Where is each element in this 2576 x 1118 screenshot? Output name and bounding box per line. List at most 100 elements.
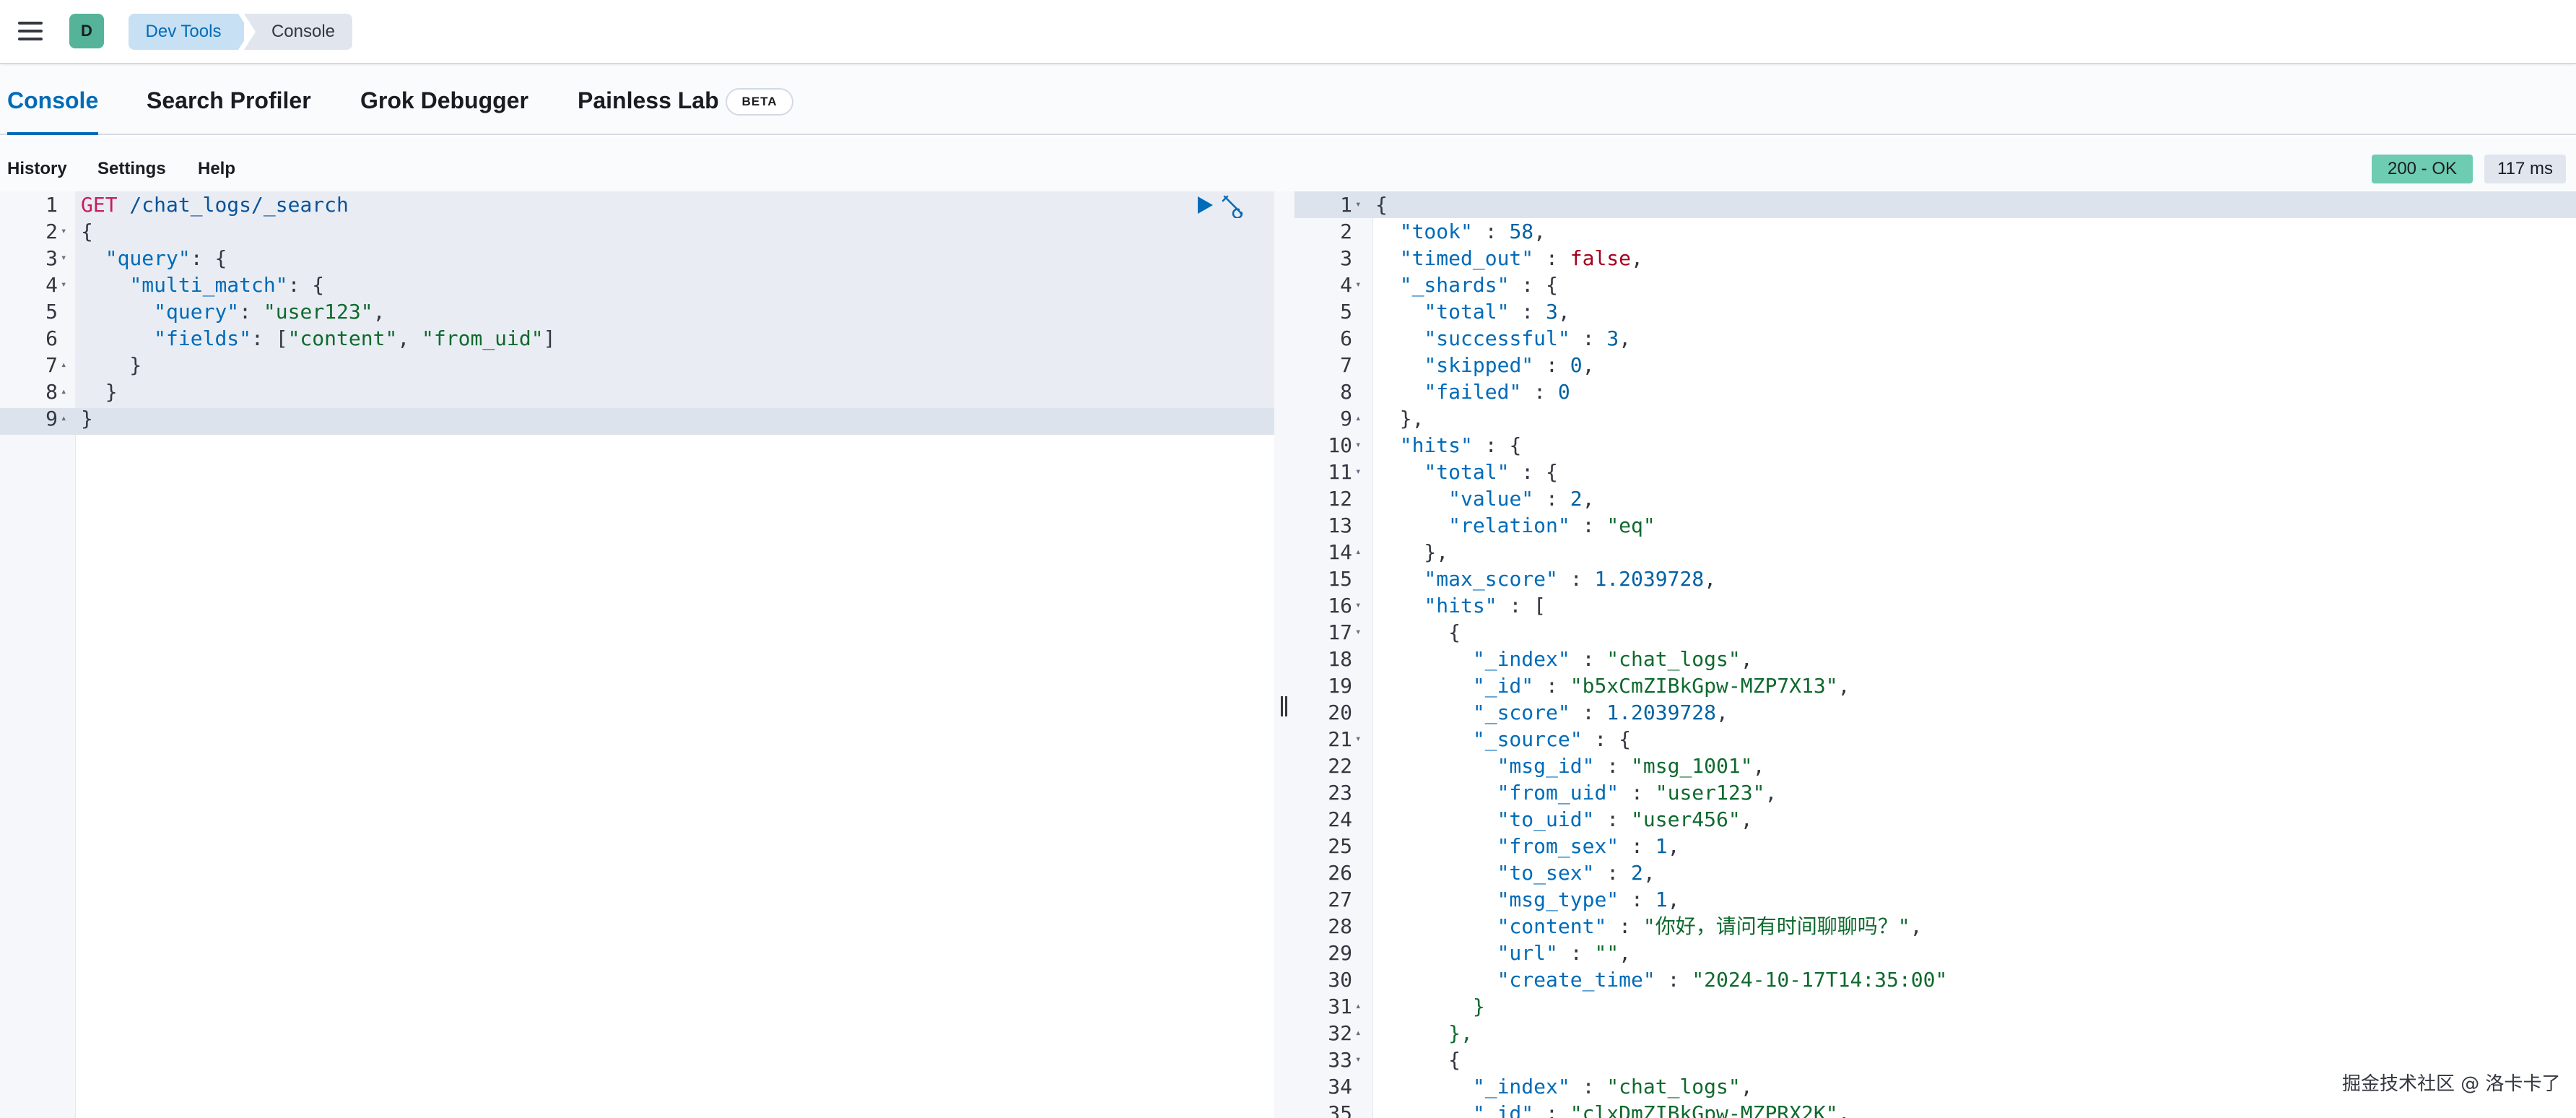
- history-link[interactable]: History: [7, 136, 67, 191]
- code-token: {: [1375, 620, 1461, 644]
- fold-open-icon[interactable]: ▾: [1355, 592, 1361, 619]
- code-token: "to_sex": [1497, 861, 1595, 885]
- code-token: false: [1570, 246, 1632, 270]
- code-token: :: [1557, 941, 1595, 965]
- fold-open-icon[interactable]: ▾: [1355, 1046, 1361, 1073]
- code-token: 0: [1557, 380, 1570, 404]
- tab-search-profiler[interactable]: Search Profiler: [147, 66, 311, 134]
- pane-splitter[interactable]: [1274, 191, 1294, 1118]
- fold-close-icon[interactable]: ▴: [61, 352, 66, 378]
- tab-grok-debugger[interactable]: Grok Debugger: [360, 66, 528, 134]
- response-code: "failed" : 0: [1375, 378, 1570, 405]
- response-line: 19 "_id" : "b5xCmZIBkGpw-MZP7X13",: [1294, 672, 2576, 699]
- response-code: "_id" : "b5xCmZIBkGpw-MZP7X13",: [1375, 672, 1850, 699]
- response-code: "value" : 2,: [1375, 485, 1594, 512]
- avatar[interactable]: D: [69, 14, 104, 48]
- code-token: }: [81, 353, 142, 377]
- response-line: 35 "_id" : "clxDmZIBkGpw-MZPRX2K",: [1294, 1100, 2576, 1118]
- code-token: "_index": [1472, 647, 1570, 671]
- line-number: 2: [45, 220, 58, 243]
- line-number: 1: [45, 193, 58, 217]
- fold-open-icon[interactable]: ▾: [1355, 619, 1361, 646]
- code-token: 0: [1570, 353, 1583, 377]
- response-line: 25 "from_sex" : 1,: [1294, 833, 2576, 859]
- response-code: "timed_out" : false,: [1375, 245, 1643, 272]
- code-token: :: [1509, 300, 1546, 324]
- line-number: 29: [1328, 941, 1352, 965]
- code-token: : [: [251, 326, 288, 350]
- response-line: 9 ▴ },: [1294, 405, 2576, 432]
- play-icon[interactable]: [1196, 195, 1214, 215]
- response-code: "_index" : "chat_logs",: [1375, 1073, 1753, 1100]
- response-editor[interactable]: 1 ▾{2 "took" : 58, 3 "timed_out" : false, 4…: [1294, 191, 2576, 1118]
- code-token: "clxDmZIBkGpw-MZPRX2K": [1570, 1101, 1838, 1118]
- response-line: 24 "to_uid" : "user456",: [1294, 806, 2576, 833]
- code-token: ,: [397, 326, 422, 350]
- fold-close-icon[interactable]: ▴: [61, 378, 66, 405]
- fold-close-icon[interactable]: ▴: [61, 405, 66, 432]
- splitter-grip-icon[interactable]: [1281, 696, 1288, 716]
- fold-open-icon[interactable]: ▾: [61, 245, 66, 272]
- request-code: {: [81, 218, 93, 245]
- code-token: },: [1375, 407, 1424, 430]
- settings-link[interactable]: Settings: [97, 136, 166, 191]
- request-editor[interactable]: 1 GET /chat_logs/_search 2 ▾{3 ▾ "query": {4…: [0, 191, 1274, 1118]
- line-number: 14: [1328, 540, 1352, 564]
- tab-console[interactable]: Console: [7, 66, 99, 135]
- response-code: "_index" : "chat_logs",: [1375, 646, 1753, 672]
- code-token: "from_uid": [422, 326, 544, 350]
- fold-open-icon[interactable]: ▾: [1355, 191, 1361, 218]
- response-code: {: [1375, 619, 1461, 646]
- line-number: 21: [1328, 727, 1352, 751]
- fold-close-icon[interactable]: ▴: [1355, 1020, 1361, 1046]
- response-line: 2 "took" : 58,: [1294, 218, 2576, 245]
- tab-painless-lab[interactable]: Painless Lab: [578, 66, 719, 134]
- breadcrumb-dev-tools[interactable]: Dev Tools: [129, 14, 250, 50]
- code-token: ,: [1619, 326, 1632, 350]
- code-token: ,: [1667, 834, 1680, 858]
- line-number: 23: [1328, 781, 1352, 805]
- fold-close-icon[interactable]: ▴: [1355, 405, 1361, 432]
- code-token: :: [1533, 487, 1570, 511]
- fold-open-icon[interactable]: ▾: [1355, 432, 1361, 459]
- fold-close-icon[interactable]: ▴: [1355, 993, 1361, 1020]
- request-code: }: [81, 352, 142, 378]
- line-number: 4: [1340, 273, 1352, 297]
- code-token: "_score": [1472, 701, 1570, 724]
- fold-open-icon[interactable]: ▾: [1355, 459, 1361, 485]
- fold-open-icon[interactable]: ▾: [61, 272, 66, 298]
- response-code: "to_sex" : 2,: [1375, 859, 1655, 886]
- menu-icon[interactable]: [16, 17, 45, 46]
- code-token: "from_sex": [1497, 834, 1619, 858]
- code-token: },: [1375, 540, 1449, 564]
- fold-open-icon[interactable]: ▾: [61, 218, 66, 245]
- line-number: 10: [1328, 433, 1352, 457]
- code-token: ,: [1765, 781, 1777, 805]
- response-code: "msg_id" : "msg_1001",: [1375, 753, 1765, 779]
- fold-open-icon[interactable]: ▾: [1355, 726, 1361, 753]
- code-token: "eq": [1606, 514, 1655, 537]
- code-token: /chat_logs/_search: [117, 193, 349, 217]
- help-link[interactable]: Help: [198, 136, 235, 191]
- code-token: "skipped": [1424, 353, 1534, 377]
- fold-open-icon[interactable]: ▾: [1355, 272, 1361, 298]
- code-token: "fields": [154, 326, 252, 350]
- code-token: "": [1594, 941, 1619, 965]
- fold-close-icon[interactable]: ▴: [1355, 539, 1361, 566]
- code-token: "to_uid": [1497, 807, 1595, 831]
- code-token: 2: [1631, 861, 1643, 885]
- line-number: 16: [1328, 594, 1352, 618]
- response-line: 20 "_score" : 1.2039728,: [1294, 699, 2576, 726]
- wrench-icon[interactable]: [1220, 194, 1246, 218]
